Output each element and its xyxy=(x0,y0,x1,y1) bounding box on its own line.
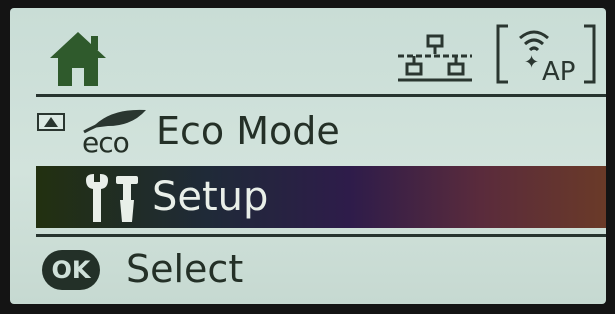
scroll-up-arrow-icon xyxy=(37,113,65,131)
header-divider xyxy=(36,94,606,97)
wired-network-icon xyxy=(398,34,472,82)
eco-icon-text: eco xyxy=(82,126,130,159)
wrench-screwdriver-icon xyxy=(86,174,138,222)
wifi-ap-icon: ✦ AP xyxy=(496,24,596,86)
menu-item-setup[interactable]: Setup xyxy=(36,166,606,228)
eco-leaf-icon: eco xyxy=(80,104,152,159)
setup-label: Setup xyxy=(152,174,269,220)
home-icon[interactable] xyxy=(48,30,108,88)
lcd-screen: ✦ AP eco Eco Mode Setup OK Select xyxy=(10,8,606,304)
svg-text:✦: ✦ xyxy=(524,52,539,73)
eco-mode-label: Eco Mode xyxy=(156,109,340,153)
status-bar: ✦ AP xyxy=(10,8,606,90)
footer-divider xyxy=(36,234,606,237)
ap-label: AP xyxy=(542,57,575,86)
footer-hint: OK Select xyxy=(36,244,606,300)
select-label: Select xyxy=(126,247,244,291)
ok-button[interactable]: OK xyxy=(42,250,100,290)
menu-item-eco-mode[interactable]: eco Eco Mode xyxy=(36,104,606,162)
